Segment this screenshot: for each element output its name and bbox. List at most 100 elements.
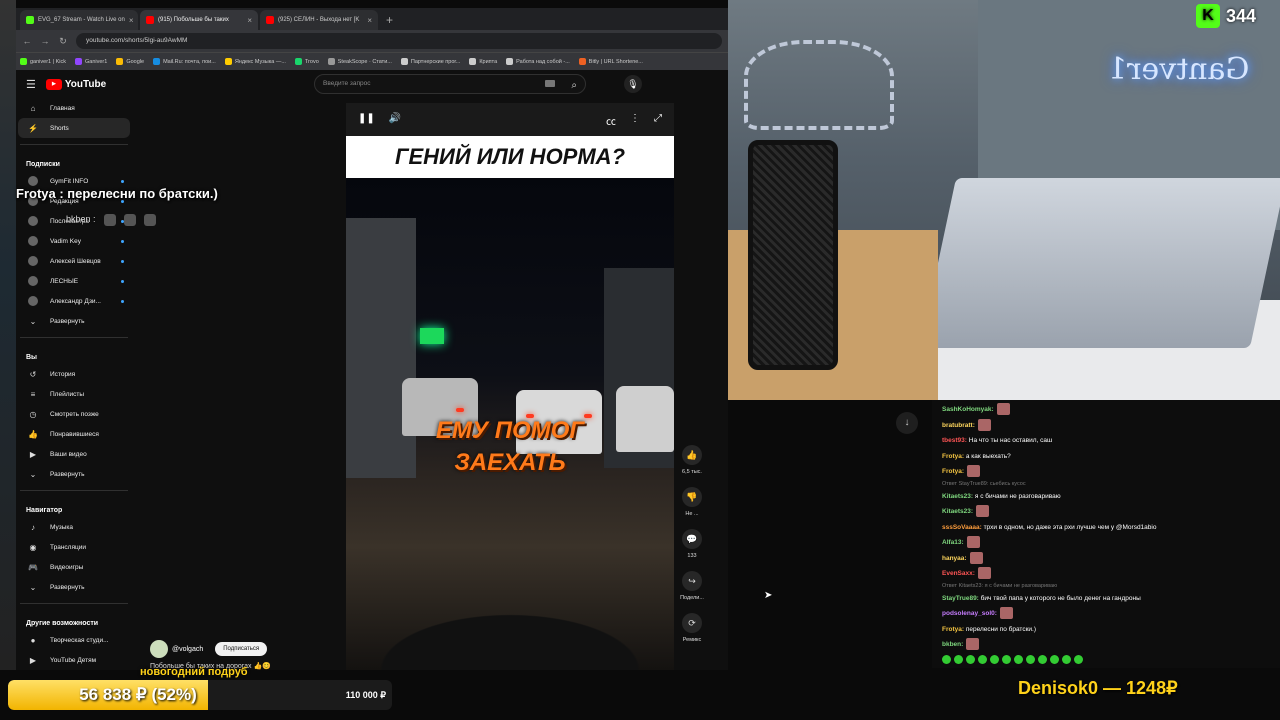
- fullscreen-icon[interactable]: ⤢: [654, 113, 662, 129]
- bookmark-item[interactable]: Bitly | URL Shortene...: [578, 58, 643, 65]
- bookmark-item[interactable]: Крипта: [469, 58, 497, 65]
- channel-name[interactable]: @volgach: [172, 646, 203, 653]
- chat-username[interactable]: Kitaets23:: [942, 493, 973, 500]
- bookmark-item[interactable]: ganiver1 | Kick: [20, 58, 66, 65]
- new-tab-button[interactable]: +: [380, 10, 399, 30]
- emote-icon: [990, 654, 999, 664]
- chat-message: EvenSaxx:: [942, 566, 1270, 582]
- sidebar-item-label: Видеоигры: [50, 563, 84, 571]
- more-icon[interactable]: ⋮: [630, 113, 640, 129]
- sidebar-item[interactable]: ● Творческая студи...: [18, 630, 130, 650]
- sidebar-item[interactable]: ↺ История: [18, 364, 130, 384]
- bookmark-item[interactable]: Работа над собой -...: [506, 58, 570, 65]
- sidebar-item[interactable]: ⌄ Развернуть: [18, 311, 130, 331]
- sidebar-item[interactable]: ◉ Трансляции: [18, 537, 130, 557]
- sidebar-item-label: Ваши видео: [50, 450, 87, 458]
- bookmark-item[interactable]: Яндекс Музыка —...: [224, 58, 286, 65]
- bookmark-item[interactable]: Mail.Ru: почта, пои...: [153, 58, 216, 65]
- chat-username[interactable]: bratubratt:: [942, 422, 975, 429]
- chat-username[interactable]: bkben:: [942, 641, 963, 648]
- bookmark-item[interactable]: Google: [116, 58, 144, 65]
- url-field[interactable]: youtube.com/shorts/5lgi-au9AwMM: [76, 33, 722, 49]
- chat-username[interactable]: SashKoHomyak:: [942, 406, 994, 413]
- sidebar-item[interactable]: ⚡ Shorts: [18, 118, 130, 138]
- sidebar-item[interactable]: ≡ Плейлисты: [18, 384, 130, 404]
- sidebar-section-header[interactable]: Другие возможности: [16, 610, 132, 630]
- chat-username[interactable]: Alfa13:: [942, 539, 964, 546]
- sidebar-item[interactable]: ЛЕСНЫЕ: [18, 271, 130, 291]
- chat-username[interactable]: sssSoVaaaa:: [942, 524, 982, 531]
- bookmark-icon: [506, 58, 514, 65]
- emote-icon: [143, 214, 156, 226]
- sidebar-item[interactable]: Vadim Key: [18, 231, 130, 251]
- bookmark-item[interactable]: Trovo: [294, 58, 319, 65]
- chat-username[interactable]: tbest93:: [942, 437, 967, 444]
- bookmark-item[interactable]: Ganiver1: [74, 58, 107, 65]
- chat-username[interactable]: hanyaa:: [942, 555, 967, 562]
- search-icon[interactable]: ⌕: [571, 77, 577, 95]
- action-button[interactable]: 💬 133: [676, 529, 708, 559]
- sidebar-item[interactable]: Алексей Шевцов: [18, 251, 130, 271]
- close-icon[interactable]: ×: [129, 16, 134, 25]
- mic-icon[interactable]: 🎙: [624, 75, 642, 93]
- youtube-logo[interactable]: ▶ YouTube: [45, 78, 106, 90]
- sidebar-item[interactable]: 🎮 Видеоигры: [18, 557, 130, 577]
- sidebar-item[interactable]: 👍 Понравившиеся: [18, 424, 130, 444]
- back-icon[interactable]: ←: [22, 36, 32, 46]
- emote-icon: [1038, 654, 1047, 664]
- play-logo-icon: ▶: [45, 78, 62, 90]
- close-icon[interactable]: ×: [247, 16, 252, 25]
- sidebar-item[interactable]: ▶ YouTube Детям: [18, 650, 130, 670]
- action-button[interactable]: 👎 Не ...: [676, 487, 708, 517]
- sidebar-item[interactable]: Александр Дзи...: [18, 291, 130, 311]
- bookmark-item[interactable]: SteakScope · Стати...: [327, 58, 392, 65]
- pause-icon[interactable]: ❚❚: [358, 113, 375, 129]
- sidebar-section-header[interactable]: Навигатор: [16, 497, 132, 517]
- menu-icon[interactable]: ☰: [26, 78, 36, 91]
- chat-username[interactable]: Frotya:: [942, 626, 964, 633]
- gaming-chair: [748, 140, 838, 370]
- sidebar-item[interactable]: ⌄ Развернуть: [18, 464, 130, 484]
- action-button[interactable]: ↪ Подели...: [676, 571, 708, 601]
- sidebar-item[interactable]: ♪ Музыка: [18, 517, 130, 537]
- volume-icon[interactable]: 🔊: [389, 113, 401, 129]
- chat-username[interactable]: Kitaets23:: [942, 508, 973, 515]
- chat-text: я с бичами не разговариваю: [973, 492, 1061, 500]
- chat-username[interactable]: EvenSaxx:: [942, 570, 975, 577]
- sidebar-section-header[interactable]: Подписки: [16, 151, 132, 171]
- action-button[interactable]: 👍 6,5 тыс.: [676, 445, 708, 475]
- chat-username[interactable]: StayTrue89:: [942, 595, 979, 602]
- sidebar-section-header[interactable]: Вы: [16, 344, 132, 364]
- bookmark-icon: [400, 58, 408, 65]
- tab-2[interactable]: (925) СЕЛИН - Выхода нет [K ×: [260, 10, 378, 30]
- tab-1[interactable]: (915) Побольше бы таких ×: [140, 10, 258, 30]
- forward-icon[interactable]: →: [40, 36, 50, 46]
- shorts-player[interactable]: ❚❚ 🔊 ㏄ ⋮ ⤢ ГЕНИЙ ИЛИ НОРМА? ЕМУ ПОМОГ ЗАЕХАТ…: [346, 103, 674, 670]
- sidebar-item-label: Главная: [50, 104, 75, 112]
- tab-label: (925) СЕЛИН - Выхода нет [K: [278, 17, 360, 23]
- chat-username[interactable]: Frotya:: [942, 468, 964, 475]
- bookmark-label: Работа над собой -...: [516, 58, 570, 65]
- tab-label: (915) Побольше бы таких: [158, 17, 229, 23]
- chat-username[interactable]: podsolenay_sol0:: [942, 610, 997, 617]
- sidebar-item[interactable]: ▶ Ваши видео: [18, 444, 130, 464]
- tab-0[interactable]: EVG_67 Stream - Watch Live on ×: [20, 10, 138, 30]
- bookmark-item[interactable]: Партнерские прог...: [400, 58, 460, 65]
- sidebar-item[interactable]: ⌂ Главная: [18, 98, 130, 118]
- subscribe-button[interactable]: Подписаться: [215, 642, 268, 656]
- scroll-down-icon[interactable]: ↓: [896, 412, 918, 434]
- chat-username[interactable]: Frotya:: [942, 453, 964, 460]
- donation-goal-bar: 56 838 ₽ (52%) 110 000 ₽: [8, 680, 392, 710]
- taillight: [456, 408, 464, 412]
- captions-icon[interactable]: ㏄: [606, 113, 616, 129]
- sidebar-item[interactable]: ◷ Смотреть позже: [18, 404, 130, 424]
- sidebar-item[interactable]: ⌄ Развернуть: [18, 577, 130, 597]
- close-icon[interactable]: ×: [367, 16, 372, 25]
- channel-avatar: [28, 296, 38, 306]
- reload-icon[interactable]: ↻: [58, 36, 68, 47]
- search-input[interactable]: Введите запрос ⌕: [314, 74, 586, 94]
- bookmark-icon: [327, 58, 335, 65]
- keyboard-icon[interactable]: [545, 80, 555, 87]
- action-button[interactable]: ⟳ Ремикс: [676, 613, 708, 643]
- channel-avatar[interactable]: [150, 640, 168, 658]
